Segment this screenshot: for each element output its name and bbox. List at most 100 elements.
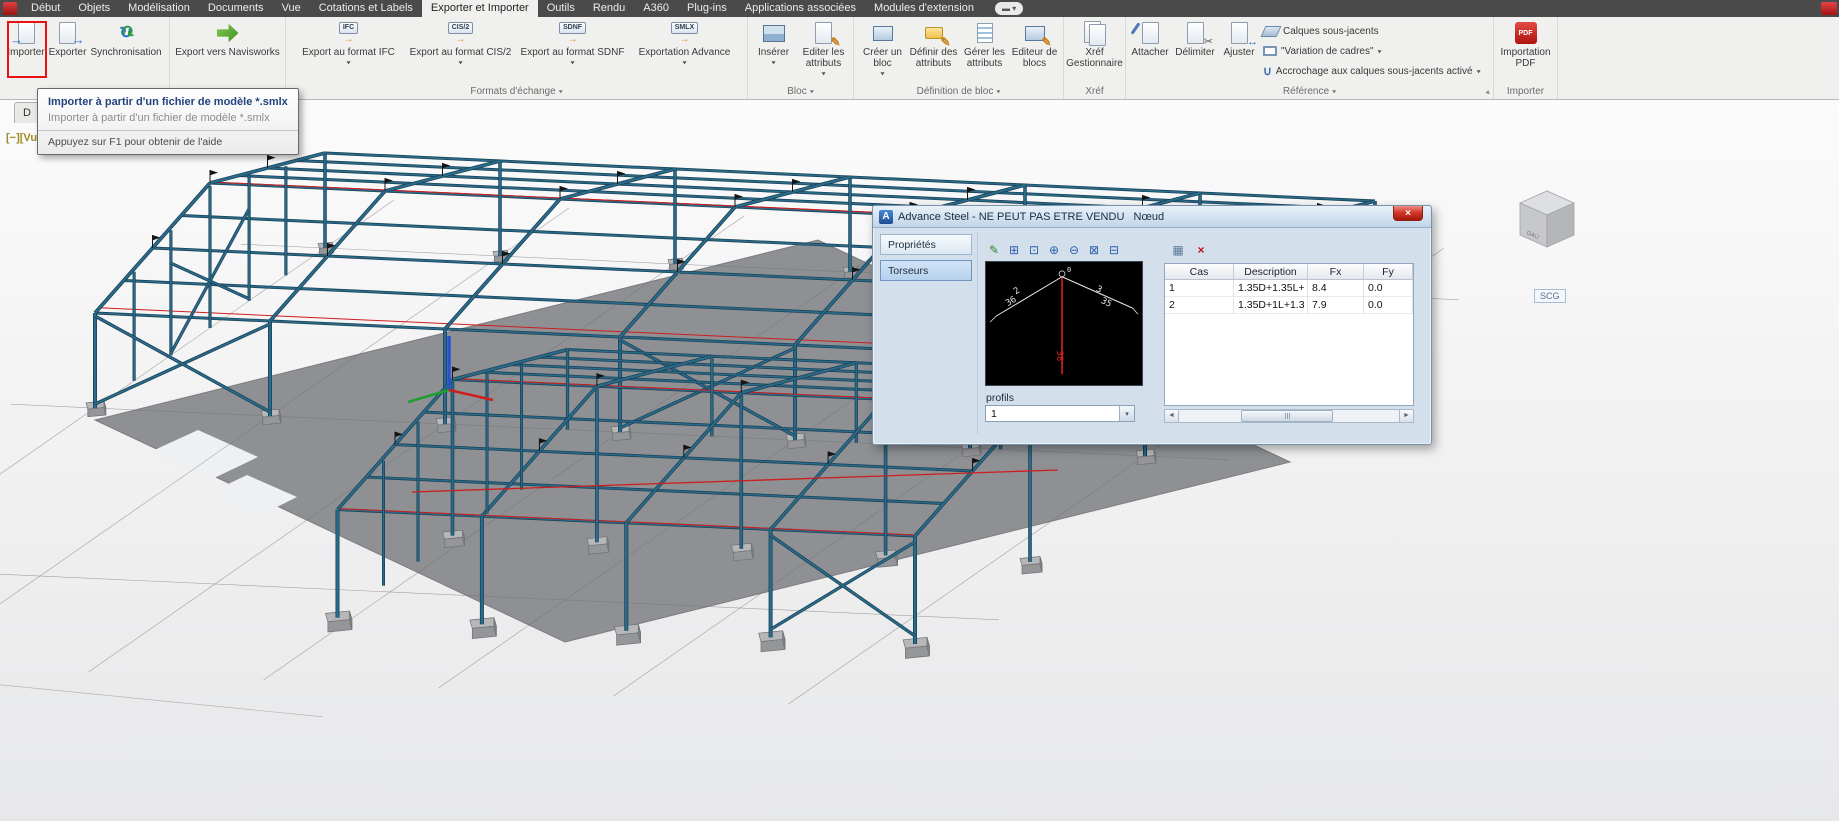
- menu-tab-exporter-importer[interactable]: Exporter et Importer: [421, 0, 538, 17]
- zoom-dynamic-icon[interactable]: ⊡: [1025, 241, 1043, 258]
- attacher-button[interactable]: Attacher: [1128, 18, 1172, 84]
- edit-node-icon[interactable]: ✎: [985, 241, 1003, 258]
- table-horizontal-scrollbar[interactable]: ◄ ►: [1164, 409, 1414, 423]
- dropdown-icon[interactable]: ▾: [821, 70, 825, 77]
- editeur-blocs-button[interactable]: ✎ Editeur de blocs: [1010, 18, 1060, 84]
- zoom-out-icon[interactable]: ⊖: [1065, 241, 1083, 258]
- node-diagram-canvas[interactable]: 2 36 3 35 0 38: [985, 261, 1143, 386]
- menu-tab-vue[interactable]: Vue: [273, 0, 310, 17]
- button-label: Editer les attributs: [802, 47, 845, 69]
- export-cis2-button[interactable]: CIS/2 → Export au format CIS/2 ▾: [405, 18, 517, 84]
- dialog-tab-torseurs[interactable]: Torseurs: [880, 260, 972, 281]
- menu-tab-documents[interactable]: Documents: [199, 0, 273, 17]
- dialog-titlebar[interactable]: A Advance Steel - NE PEUT PAS ETRE VENDU…: [873, 206, 1431, 228]
- table-row[interactable]: 2 1.35D+1L+1.3 7.9 0.0: [1165, 297, 1413, 314]
- dropdown-icon[interactable]: ▾: [771, 59, 775, 66]
- dropdown-icon[interactable]: ▾: [880, 70, 884, 77]
- delimiter-button[interactable]: ✂ Délimiter: [1172, 18, 1218, 84]
- copy-table-icon[interactable]: ▦: [1169, 241, 1187, 258]
- column-header[interactable]: Fx: [1308, 264, 1364, 280]
- variation-cadres-button[interactable]: "Variation de cadres" ▾: [1260, 41, 1484, 61]
- profils-select[interactable]: 1 ▾: [985, 405, 1135, 422]
- zoom-extents-icon[interactable]: ⊠: [1085, 241, 1103, 258]
- creer-bloc-button[interactable]: Créer un bloc ▾: [858, 18, 908, 84]
- viewport-controls-label[interactable]: [−][Vu: [6, 132, 37, 144]
- scg-button[interactable]: SCG: [1534, 289, 1566, 303]
- scroll-right-icon[interactable]: ►: [1399, 410, 1413, 422]
- menu-tab-cotations-labels[interactable]: Cotations et Labels: [310, 0, 422, 17]
- menu-tab-a360[interactable]: A360: [634, 0, 678, 17]
- column-header[interactable]: Fy: [1364, 264, 1413, 280]
- panel-formats-echange[interactable]: Formats d'échange ▾: [286, 84, 747, 99]
- export-arrow-icon: →: [455, 34, 466, 45]
- export-ifc-button[interactable]: IFC → Export au format IFC ▾: [293, 18, 405, 84]
- sdnf-badge: SDNF: [558, 22, 587, 34]
- table-cell: 2: [1165, 297, 1234, 314]
- titlebar-red-icon[interactable]: [1821, 2, 1837, 15]
- ifc-badge: IFC: [338, 22, 359, 34]
- calques-sous-jacents-button[interactable]: Calques sous-jacents: [1260, 21, 1484, 41]
- gerer-attributs-button[interactable]: Gérer les attributs: [960, 18, 1010, 84]
- dialog-tab-proprietes[interactable]: Propriétés: [880, 234, 972, 255]
- definir-attributs-button[interactable]: ✎ Définir des attributs: [908, 18, 960, 84]
- scrollbar-thumb[interactable]: [1241, 410, 1333, 422]
- dropdown-icon[interactable]: ▾: [682, 59, 686, 66]
- exporter-button[interactable]: → Exporter: [47, 18, 89, 84]
- menu-tab-modules-extension[interactable]: Modules d'extension: [865, 0, 983, 17]
- xref-gestionnaire-button[interactable]: Xréf Gestionnaire: [1066, 18, 1123, 84]
- panel-importer[interactable]: Importer: [1494, 84, 1557, 99]
- dropdown-icon[interactable]: ▾: [1477, 68, 1481, 74]
- panel-bloc[interactable]: Bloc ▾: [748, 84, 853, 99]
- dialog-toolbar: ✎ ⊞ ⊡ ⊕ ⊖ ⊠ ⊟: [985, 241, 1123, 258]
- menu-tab-applications-associees[interactable]: Applications associées: [736, 0, 865, 17]
- profils-label: profils: [986, 392, 1015, 404]
- navisworks-icon: [216, 20, 240, 46]
- menu-tab-objets[interactable]: Objets: [69, 0, 119, 17]
- table-header-row: Cas Description Fx Fy: [1165, 264, 1413, 280]
- panel-xref[interactable]: Xréf: [1064, 84, 1125, 99]
- export-navisworks-button[interactable]: Export vers Navisworks: [173, 18, 283, 84]
- combo-dropdown-icon[interactable]: ▾: [1119, 406, 1134, 421]
- menu-tab-modelisation[interactable]: Modélisation: [119, 0, 199, 17]
- menu-tab-rendu[interactable]: Rendu: [584, 0, 634, 17]
- menu-tab-debut[interactable]: Début: [22, 0, 69, 17]
- importation-pdf-button[interactable]: PDF Importation PDF: [1497, 18, 1555, 84]
- panel-launcher-icon[interactable]: ▾: [1483, 88, 1492, 97]
- accrochage-calques-button[interactable]: ∪ Accrochage aux calques sous-jacents ac…: [1260, 61, 1484, 81]
- panel-dropdown-icon: ▾: [809, 87, 814, 96]
- menu-tab-plugins[interactable]: Plug-ins: [678, 0, 736, 17]
- delete-row-icon[interactable]: ×: [1192, 241, 1210, 258]
- zoom-in-icon[interactable]: ⊕: [1045, 241, 1063, 258]
- column-header[interactable]: Description: [1234, 264, 1308, 280]
- ribbon-collapse-button[interactable]: ▬ ▾: [994, 2, 1024, 15]
- column-header[interactable]: Cas: [1165, 264, 1234, 280]
- menu-bar: Début Objets Modélisation Documents Vue …: [0, 0, 1839, 17]
- clip-icon: ✂: [1183, 20, 1213, 48]
- zoom-previous-icon[interactable]: ⊟: [1105, 241, 1123, 258]
- scroll-left-icon[interactable]: ◄: [1165, 410, 1179, 422]
- synchronisation-button[interactable]: ↻ ↻ Synchronisation: [88, 18, 163, 84]
- dropdown-icon[interactable]: ▾: [570, 59, 574, 66]
- application-window: Début Objets Modélisation Documents Vue …: [0, 0, 1839, 821]
- export-icon: →: [56, 20, 85, 46]
- sdnf-icon: SDNF →: [558, 20, 587, 46]
- button-label: Définir des attributs: [909, 47, 958, 69]
- dropdown-icon[interactable]: ▾: [1378, 48, 1382, 54]
- export-sdnf-button[interactable]: SDNF → Export au format SDNF ▾: [517, 18, 629, 84]
- dialog-close-button[interactable]: ×: [1393, 206, 1423, 221]
- dropdown-icon[interactable]: ▾: [346, 59, 350, 66]
- button-label: "Variation de cadres": [1281, 45, 1374, 57]
- ajuster-button[interactable]: ↔ Ajuster: [1218, 18, 1260, 84]
- dropdown-icon[interactable]: ▾: [458, 59, 462, 66]
- panel-reference[interactable]: Référence ▾ ▾: [1126, 84, 1493, 99]
- zoom-window-icon[interactable]: ⊞: [1005, 241, 1023, 258]
- app-icon[interactable]: [3, 2, 17, 15]
- panel-definition-bloc[interactable]: Définition de bloc ▾: [854, 84, 1063, 99]
- exportation-advance-button[interactable]: SMLX → Exportation Advance ▾: [629, 18, 741, 84]
- inserer-button[interactable]: Insérer ▾: [751, 18, 797, 84]
- viewcube[interactable]: GAU: [1512, 185, 1582, 265]
- importer-tooltip: Importer à partir d'un fichier de modèle…: [37, 88, 299, 155]
- menu-tab-outils[interactable]: Outils: [538, 0, 584, 17]
- table-row[interactable]: 1 1.35D+1.35L+ 8.4 0.0: [1165, 280, 1413, 297]
- editer-attributs-button[interactable]: ✎ Editer les attributs ▾: [797, 18, 851, 84]
